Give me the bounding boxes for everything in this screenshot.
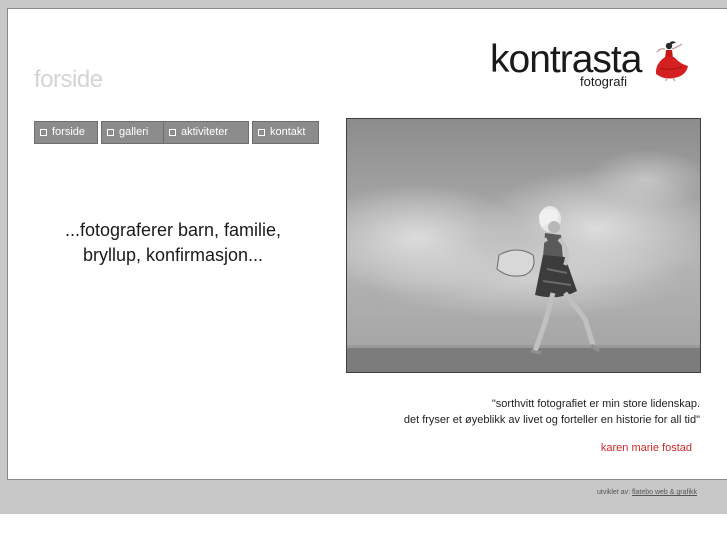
page-title: forside: [34, 66, 103, 93]
quote: "sorthvitt fotografiet er min store lide…: [370, 396, 700, 428]
quote-line-1: "sorthvitt fotografiet er min store lide…: [491, 398, 700, 410]
square-bullet-icon: [40, 129, 47, 136]
tagline: ...fotograferer barn, familie, bryllup, …: [40, 218, 306, 268]
nav-item-aktiviteter[interactable]: aktiviteter: [163, 121, 249, 144]
quote-line-2: det fryser et øyeblikk av livet og forte…: [403, 414, 700, 426]
nav-item-label: kontakt: [270, 126, 306, 138]
footer-prefix: utviklet av:: [596, 489, 631, 496]
girl-running-photo: [347, 119, 700, 372]
footer-credit: utviklet av: flatebo web & grafikk: [560, 489, 697, 496]
nav-item-kontakt[interactable]: kontakt: [252, 121, 319, 144]
square-bullet-icon: [169, 129, 176, 136]
square-bullet-icon: [107, 129, 114, 136]
footer-link[interactable]: flatebo web & grafikk: [632, 489, 697, 496]
square-bullet-icon: [258, 129, 265, 136]
tagline-line-1: ...fotograferer barn, familie,: [64, 220, 282, 240]
dancer-red-dress-icon: [655, 41, 688, 82]
hero-photo: [346, 118, 701, 373]
nav-item-label: galleri: [119, 126, 149, 138]
nav-item-forside[interactable]: forside: [34, 121, 98, 144]
logo-subtitle: fotografi: [580, 74, 627, 89]
tagline-line-2: bryllup, konfirmasjon...: [82, 245, 264, 265]
nav-item-label: aktiviteter: [181, 126, 229, 138]
nav-item-label: forside: [52, 126, 86, 138]
author-name: karen marie fostad: [600, 442, 692, 454]
